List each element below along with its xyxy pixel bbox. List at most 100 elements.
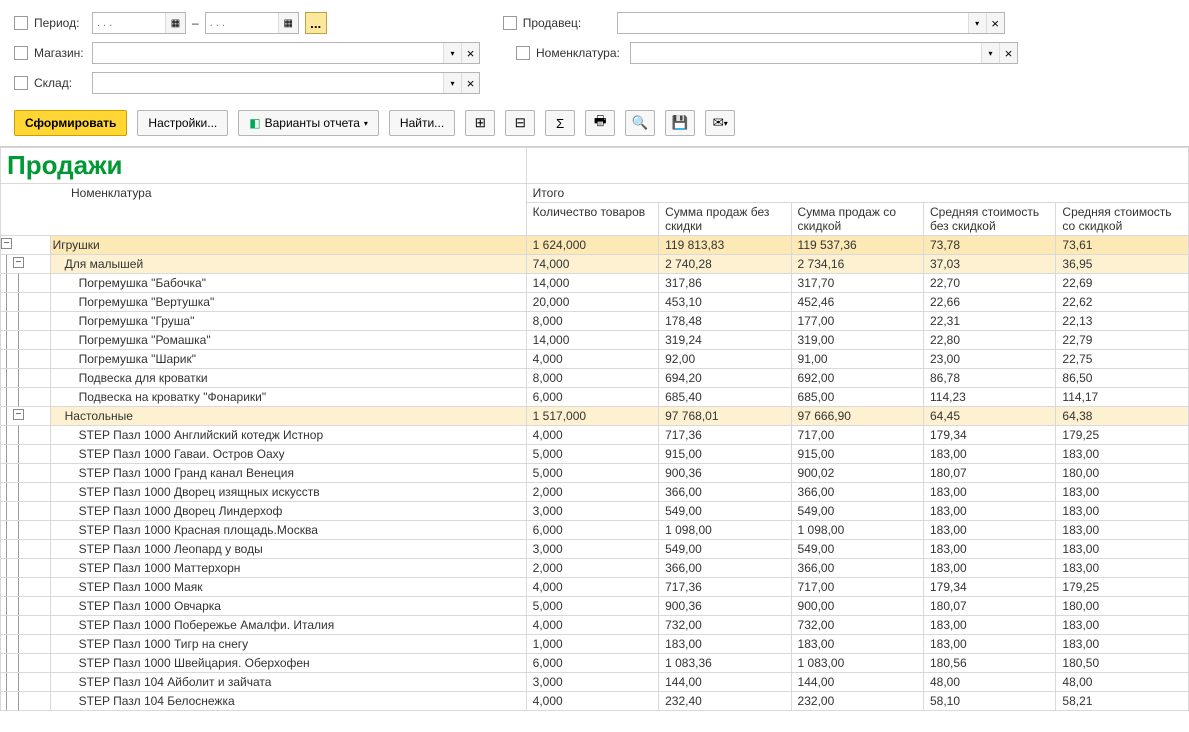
table-row[interactable]: STEP Пазл 104 Айболит и зайчата3,000144,… [1,673,1189,692]
store-checkbox[interactable] [14,46,28,60]
collapse-icon[interactable]: − [13,409,24,420]
nomenclature-input[interactable] [631,43,981,63]
cell-value: 4,000 [526,692,658,711]
clear-icon[interactable]: × [986,13,1004,33]
table-row[interactable]: −Игрушки1 624,000119 813,83119 537,3673,… [1,236,1189,255]
row-name: STEP Пазл 1000 Дворец Линдерхоф [50,502,526,521]
cell-value: 92,00 [659,350,791,369]
table-row[interactable]: Подвеска для кроватки8,000694,20692,0086… [1,369,1189,388]
period-checkbox[interactable] [14,16,28,30]
cell-value: 180,00 [1056,464,1189,483]
table-row[interactable]: STEP Пазл 1000 Английский котедж Истнор4… [1,426,1189,445]
cell-value: 2 734,16 [791,255,923,274]
cell-value: 20,000 [526,293,658,312]
cell-value: 22,79 [1056,331,1189,350]
cell-value: 4,000 [526,426,658,445]
dropdown-icon[interactable]: ▾ [443,43,461,63]
table-row[interactable]: STEP Пазл 1000 Леопард у воды3,000549,00… [1,540,1189,559]
collapse-icon[interactable]: − [13,257,24,268]
store-input[interactable] [93,43,443,63]
table-row[interactable]: STEP Пазл 1000 Маяк4,000717,36717,00179,… [1,578,1189,597]
cell-value: 119 813,83 [659,236,791,255]
cell-value: 694,20 [659,369,791,388]
period-to-input[interactable] [206,13,278,33]
table-row[interactable]: Погремушка "Шарик"4,00092,0091,0023,0022… [1,350,1189,369]
seller-combo[interactable]: ▾ × [617,12,1005,34]
table-row[interactable]: −Для малышей74,0002 740,282 734,1637,033… [1,255,1189,274]
cell-value: 180,50 [1056,654,1189,673]
table-row[interactable]: STEP Пазл 104 Белоснежка4,000232,40232,0… [1,692,1189,711]
cell-value: 549,00 [791,540,923,559]
table-row[interactable]: Погремушка "Бабочка"14,000317,86317,7022… [1,274,1189,293]
email-button[interactable]: ✉▾ [705,110,735,136]
period-label: Период: [34,16,86,30]
clear-icon[interactable]: × [461,73,479,93]
report-variants-button[interactable]: ◧ Варианты отчета ▾ [238,110,379,136]
cell-value: 119 537,36 [791,236,923,255]
table-row[interactable]: STEP Пазл 1000 Овчарка5,000900,36900,001… [1,597,1189,616]
table-row[interactable]: STEP Пазл 1000 Гранд канал Венеция5,0009… [1,464,1189,483]
period-from-field[interactable]: ▦ [92,12,186,34]
calendar-icon[interactable]: ▦ [278,13,298,33]
sum-button[interactable]: Σ [545,110,575,136]
table-row[interactable]: STEP Пазл 1000 Дворец Линдерхоф3,000549,… [1,502,1189,521]
table-row[interactable]: STEP Пазл 1000 Тигр на снегу1,000183,001… [1,635,1189,654]
table-row[interactable]: Погремушка "Груша"8,000178,48177,0022,31… [1,312,1189,331]
cell-value: 97 768,01 [659,407,791,426]
table-row[interactable]: STEP Пазл 1000 Маттерхорн2,000366,00366,… [1,559,1189,578]
dropdown-icon[interactable]: ▾ [443,73,461,93]
settings-button[interactable]: Настройки... [137,110,228,136]
col-name-header: Номенклатура [1,184,527,236]
mail-icon: ✉ [713,115,724,131]
cell-value: 5,000 [526,445,658,464]
dropdown-icon[interactable]: ▾ [968,13,986,33]
period-ellipsis-button[interactable]: ... [305,12,327,34]
period-to-field[interactable]: ▦ [205,12,299,34]
clear-icon[interactable]: × [999,43,1017,63]
table-row[interactable]: STEP Пазл 1000 Красная площадь.Москва6,0… [1,521,1189,540]
col-header: Средняя стоимость со скидкой [1056,203,1189,236]
generate-button[interactable]: Сформировать [14,110,127,136]
nomenclature-checkbox[interactable] [516,46,530,60]
find-button[interactable]: Найти... [389,110,455,136]
collapse-icon[interactable]: − [1,238,12,249]
table-row[interactable]: STEP Пазл 1000 Дворец изящных искусств2,… [1,483,1189,502]
cell-value: 3,000 [526,502,658,521]
warehouse-combo[interactable]: ▾ × [92,72,480,94]
cell-value: 64,45 [923,407,1055,426]
table-row[interactable]: Погремушка "Вертушка"20,000453,10452,462… [1,293,1189,312]
nomenclature-combo[interactable]: ▾ × [630,42,1018,64]
table-row[interactable]: Подвеска на кроватку "Фонарики"6,000685,… [1,388,1189,407]
table-row[interactable]: STEP Пазл 1000 Гаваи. Остров Оаху5,00091… [1,445,1189,464]
cell-value: 4,000 [526,578,658,597]
table-row[interactable]: Погремушка "Ромашка"14,000319,24319,0022… [1,331,1189,350]
warehouse-input[interactable] [93,73,443,93]
calendar-icon[interactable]: ▦ [165,13,185,33]
expand-all-button[interactable]: ⊞ [465,110,495,136]
report-title: Продажи [7,150,520,181]
dropdown-icon[interactable]: ▾ [981,43,999,63]
col-header: Сумма продаж без скидки [659,203,791,236]
cell-value: 685,40 [659,388,791,407]
warehouse-checkbox[interactable] [14,76,28,90]
table-row[interactable]: STEP Пазл 1000 Побережье Амалфи. Италия4… [1,616,1189,635]
cell-value: 2,000 [526,559,658,578]
cell-value: 64,38 [1056,407,1189,426]
table-row[interactable]: STEP Пазл 1000 Швейцария. Оберхофен6,000… [1,654,1189,673]
seller-checkbox[interactable] [503,16,517,30]
cell-value: 1,000 [526,635,658,654]
cell-value: 22,13 [1056,312,1189,331]
clear-icon[interactable]: × [461,43,479,63]
store-combo[interactable]: ▾ × [92,42,480,64]
seller-input[interactable] [618,13,968,33]
preview-button[interactable]: 🔍 [625,110,655,136]
nomenclature-filter: Номенклатура: ▾ × [516,42,1018,64]
collapse-all-button[interactable]: ⊟ [505,110,535,136]
cell-value: 73,78 [923,236,1055,255]
period-from-input[interactable] [93,13,165,33]
save-button[interactable]: 💾 [665,110,695,136]
table-row[interactable]: −Настольные1 517,00097 768,0197 666,9064… [1,407,1189,426]
cell-value: 183,00 [1056,445,1189,464]
cell-value: 1 098,00 [659,521,791,540]
print-button[interactable]: 🖶 [585,110,615,136]
